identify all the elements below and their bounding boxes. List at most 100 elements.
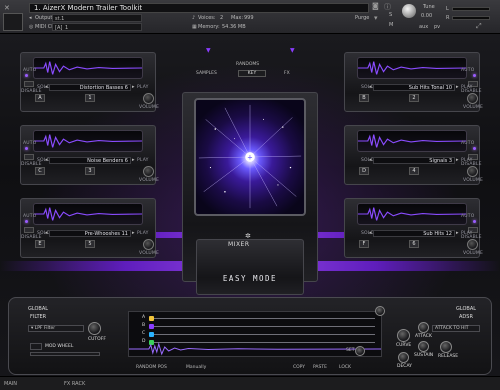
- slot-waveform[interactable]: [33, 57, 143, 79]
- prev-sample-icon[interactable]: ◂: [45, 157, 48, 163]
- prev-sample-icon[interactable]: ◂: [369, 84, 372, 90]
- slot-volume-knob[interactable]: [143, 239, 154, 250]
- slot-sample-name[interactable]: Sub Hits 12: [373, 230, 455, 237]
- slot-sample-name[interactable]: Noise Benders 6: [49, 157, 131, 164]
- slot-volume-knob[interactable]: [143, 166, 154, 177]
- slot-play-label[interactable]: PLAY: [137, 85, 149, 90]
- slot-sample-name[interactable]: Pre-Whooshes 11: [49, 230, 131, 237]
- aux-button[interactable]: aux: [419, 24, 428, 30]
- cutoff-knob[interactable]: [88, 322, 101, 335]
- tab-fx[interactable]: FX: [284, 71, 290, 76]
- set-knob[interactable]: [355, 346, 365, 356]
- prev-sample-icon[interactable]: ◂: [369, 157, 372, 163]
- slot-disable-button[interactable]: [24, 227, 34, 233]
- randoms-select[interactable]: KEY: [238, 70, 266, 77]
- sample-start-sequencer[interactable]: A B C D: [128, 311, 382, 357]
- slot-waveform[interactable]: [357, 57, 467, 79]
- next-sample-icon[interactable]: ▸: [456, 84, 459, 90]
- seq-marker-b[interactable]: [149, 324, 154, 329]
- pv-button[interactable]: pv: [434, 24, 440, 30]
- sample-slot-6: AUTO DISABLE SOLO ◂ Sub Hits 12 ▸ PLAY F…: [344, 198, 483, 258]
- slot-disable-button[interactable]: [24, 81, 34, 87]
- attack-knob[interactable]: [418, 322, 429, 333]
- slot-key-badge: A: [35, 94, 45, 102]
- mod-wheel-slider[interactable]: [30, 352, 100, 356]
- slot-volume-knob[interactable]: [143, 93, 154, 104]
- seq-marker-c[interactable]: [149, 332, 154, 337]
- slot-play-label[interactable]: PLAY: [137, 231, 149, 236]
- slot-play-label[interactable]: PLAY: [137, 158, 149, 163]
- max-voices-value[interactable]: 999: [244, 15, 254, 21]
- slot-waveform[interactable]: [357, 130, 467, 152]
- position-mode-select[interactable]: Manually: [186, 365, 206, 370]
- slot-waveform[interactable]: [33, 130, 143, 152]
- prev-sample-icon[interactable]: ◂: [369, 230, 372, 236]
- purge-menu[interactable]: Purge: [355, 15, 369, 21]
- slot-sample-name[interactable]: Distortion Basses 6: [49, 84, 131, 91]
- seq-position-knob[interactable]: [375, 306, 385, 316]
- filter-type-select[interactable]: ▾ LPF Filter: [28, 325, 84, 332]
- meter-right-label: R: [446, 15, 450, 21]
- gear-icon[interactable]: ✲: [245, 232, 251, 240]
- copy-button[interactable]: COPY: [293, 365, 305, 370]
- next-sample-icon[interactable]: ▸: [132, 157, 135, 163]
- mute-button[interactable]: M: [389, 22, 393, 28]
- attack-to-hit-button[interactable]: ATTACK TO HIT: [432, 325, 480, 332]
- slot-play-label[interactable]: PLAY: [461, 158, 473, 163]
- instrument-title[interactable]: 1. AizerX Modern Trailer Toolkit: [29, 3, 369, 13]
- midi-select[interactable]: [A] 1: [52, 23, 142, 31]
- expand-icon[interactable]: ⤢: [476, 22, 482, 31]
- attack-label: ATTACK: [415, 334, 432, 339]
- mod-wheel-toggle[interactable]: [30, 343, 42, 350]
- slot-sample-name[interactable]: Sub Hits Tonal 10: [373, 84, 455, 91]
- sample-slot-4: AUTO DISABLE SOLO ◂ Signals 3 ▸ PLAY D 4…: [344, 125, 483, 185]
- output-icon: ◂: [29, 15, 32, 21]
- slot-play-label[interactable]: PLAY: [461, 231, 473, 236]
- waveform-graph: [34, 134, 142, 148]
- slot-volume-knob[interactable]: [467, 93, 478, 104]
- decay-knob[interactable]: [398, 352, 409, 363]
- output-select[interactable]: st.1: [52, 14, 142, 22]
- solo-button[interactable]: S: [389, 12, 392, 18]
- info-icon[interactable]: ⓘ: [384, 2, 391, 12]
- midi-icon: ◎: [29, 24, 34, 30]
- random-pos-button[interactable]: RANDOM POS: [136, 365, 167, 370]
- tune-knob[interactable]: [402, 4, 416, 18]
- mode-title[interactable]: EASY MODE: [214, 274, 286, 283]
- chevron-down-icon[interactable]: ▾: [374, 14, 378, 22]
- next-sample-icon[interactable]: ▸: [456, 230, 459, 236]
- footer-fx-rack-tab[interactable]: FX RACK: [64, 381, 85, 387]
- slot-number-badge: 1: [85, 94, 95, 102]
- sample-slot-3: AUTO DISABLE SOLO ◂ Noise Benders 6 ▸ PL…: [20, 125, 159, 185]
- mixer-frame: [196, 239, 304, 295]
- slot-volume-knob[interactable]: [467, 239, 478, 250]
- next-sample-icon[interactable]: ▸: [456, 157, 459, 163]
- next-sample-icon[interactable]: ▸: [132, 84, 135, 90]
- slot-sample-name[interactable]: Signals 3: [373, 157, 455, 164]
- chevron-down-icon: ▾: [31, 326, 34, 331]
- next-sample-icon[interactable]: ▸: [132, 230, 135, 236]
- seq-letter-a: A: [142, 315, 146, 320]
- mixer-button[interactable]: MIXER: [228, 241, 250, 248]
- close-icon[interactable]: ✕: [4, 4, 10, 12]
- sustain-knob[interactable]: [418, 341, 429, 352]
- prev-sample-icon[interactable]: ◂: [45, 84, 48, 90]
- slot-indicator-led: [473, 74, 476, 77]
- level-meter-left: [452, 7, 490, 11]
- slot-waveform[interactable]: [357, 203, 467, 225]
- slot-play-label[interactable]: PLAY: [461, 85, 473, 90]
- release-knob[interactable]: [440, 341, 452, 353]
- footer-main-tab[interactable]: MAIN: [4, 381, 17, 387]
- slot-volume-knob[interactable]: [467, 166, 478, 177]
- camera-icon[interactable]: ◙: [372, 2, 379, 10]
- instrument-header: ✕ 1. AizerX Modern Trailer Toolkit ◙ ⓘ ◂…: [0, 0, 500, 34]
- tab-samples[interactable]: SAMPLES: [196, 71, 217, 76]
- svg-text:+: +: [247, 153, 253, 161]
- slot-waveform[interactable]: [33, 203, 143, 225]
- paste-button[interactable]: PASTE: [313, 365, 327, 370]
- slot-disable-button[interactable]: [24, 154, 34, 160]
- curve-knob[interactable]: [397, 329, 410, 342]
- prev-sample-icon[interactable]: ◂: [45, 230, 48, 236]
- seq-marker-a[interactable]: [149, 316, 154, 321]
- lock-button[interactable]: LOCK: [339, 365, 351, 370]
